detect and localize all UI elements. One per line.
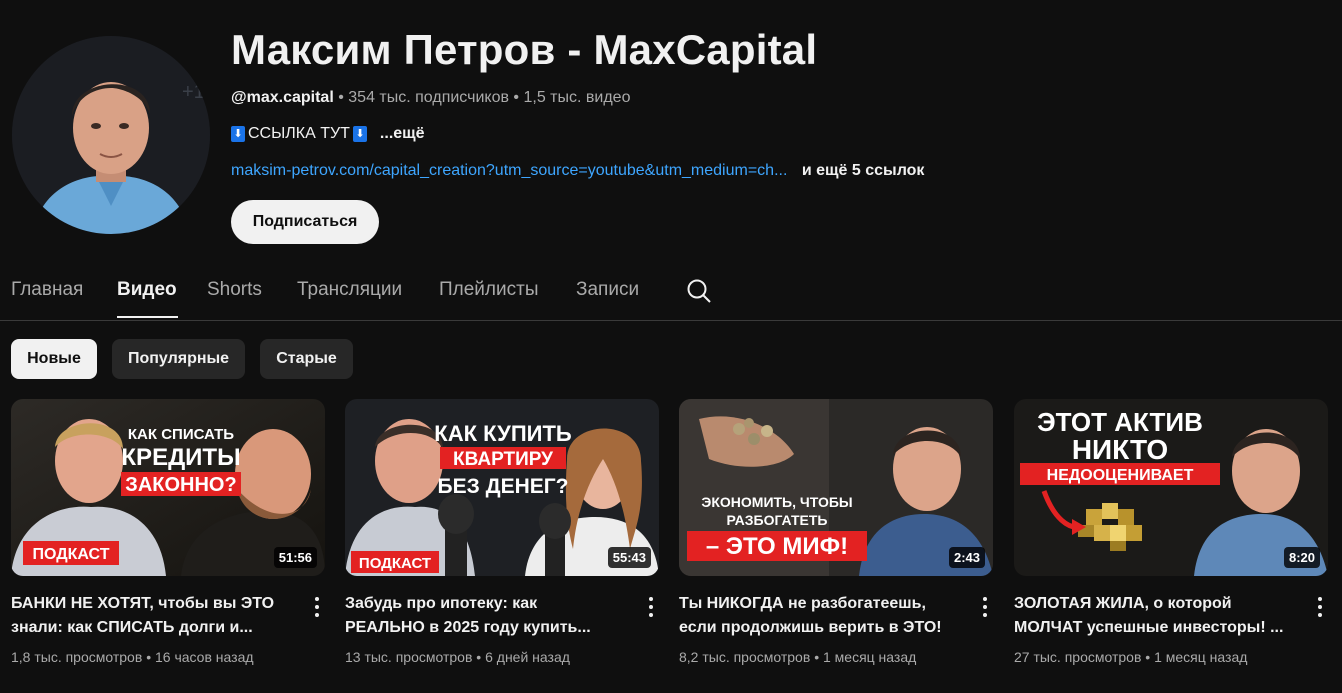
video-title-line: Забудь про ипотеку: как (345, 595, 538, 612)
channel-meta: @max.capital • 354 тыс. подписчиков • 1,… (231, 89, 630, 107)
more-actions-icon[interactable] (647, 595, 655, 619)
more-links[interactable]: и ещё 5 ссылок (802, 162, 925, 179)
tab-playlists[interactable]: Плейлисты (439, 279, 538, 301)
more-actions-icon[interactable] (981, 595, 989, 619)
thumb-text: ЗАКОННО? (125, 474, 236, 496)
thumb-text: НЕДООЦЕНИВАЕТ (1047, 467, 1194, 484)
video-title-line: если продолжишь верить в ЭТО! (679, 619, 942, 636)
video-meta: 13 тыс. просмотров • 6 дней назад (345, 649, 570, 665)
thumb-text: – ЭТО МИФ! (706, 533, 848, 560)
down-arrow-icon: ⬇ (231, 126, 245, 142)
meta-separator: • (338, 89, 344, 106)
active-tab-indicator (117, 316, 178, 318)
video-thumbnail[interactable]: ЭКОНОМИТЬ, ЧТОБЫ РАЗБОГАТЕТЬ – ЭТО МИФ! … (679, 399, 993, 576)
channel-title: Максим Петров - MaxCapital (231, 26, 818, 73)
video-title[interactable]: ЗОЛОТАЯ ЖИЛА, о которой МОЛЧАТ успешные … (1014, 592, 1299, 640)
video-age: 1 месяц назад (822, 649, 917, 665)
video-card[interactable]: ЭКОНОМИТЬ, ЧТОБЫ РАЗБОГАТЕТЬ – ЭТО МИФ! … (679, 399, 993, 665)
video-age: 16 часов назад (154, 649, 254, 665)
meta-separator: • (814, 649, 820, 665)
subscriber-count: 354 тыс. подписчиков (348, 89, 509, 106)
channel-header: +1 Максим Петров - MaxCapital @max.capit… (0, 0, 1342, 250)
thumb-text: КАК СПИСАТЬ (128, 426, 234, 443)
subscribe-button[interactable]: Подписаться (231, 200, 379, 244)
video-thumbnail[interactable]: КАК КУПИТЬ КВАРТИРУ БЕЗ ДЕНЕГ? ПОДКАСТ 5… (345, 399, 659, 576)
chip-oldest[interactable]: Старые (260, 339, 353, 379)
video-title[interactable]: БАНКИ НЕ ХОТЯТ, чтобы вы ЭТО знали: как … (11, 592, 296, 640)
video-title[interactable]: Забудь про ипотеку: как РЕАЛЬНО в 2025 г… (345, 592, 630, 640)
video-age: 6 дней назад (485, 649, 570, 665)
video-title-line: РЕАЛЬНО в 2025 году купить... (345, 619, 591, 636)
thumb-text: КРЕДИТЫ (121, 444, 240, 471)
tab-shorts[interactable]: Shorts (207, 279, 262, 301)
channel-link[interactable]: maksim-petrov.com/capital_creation?utm_s… (231, 162, 787, 179)
chip-newest[interactable]: Новые (11, 339, 97, 379)
video-thumbnail[interactable]: ЭТОТ АКТИВ НИКТО НЕДООЦЕНИВАЕТ 8:20 (1014, 399, 1328, 576)
thumb-badge: ПОДКАСТ (359, 555, 431, 572)
meta-separator: • (513, 89, 520, 106)
thumb-text: ЭКОНОМИТЬ, ЧТОБЫ (701, 494, 852, 510)
video-title-line: МОЛЧАТ успешные инвесторы! ... (1014, 619, 1284, 636)
video-title-line: ЗОЛОТАЯ ЖИЛА, о которой (1014, 595, 1232, 612)
video-title-line: знали: как СПИСАТЬ долги и... (11, 619, 253, 636)
video-duration: 2:43 (948, 547, 985, 568)
thumb-text: КВАРТИРУ (453, 449, 553, 470)
thumb-text: РАЗБОГАТЕТЬ (727, 512, 828, 528)
channel-avatar[interactable]: +1 (12, 36, 210, 234)
thumb-badge: ПОДКАСТ (33, 546, 110, 563)
video-card[interactable]: КАК КУПИТЬ КВАРТИРУ БЕЗ ДЕНЕГ? ПОДКАСТ 5… (345, 399, 659, 665)
video-duration: 51:56 (273, 547, 317, 568)
more-actions-icon[interactable] (313, 595, 321, 619)
tab-home[interactable]: Главная (11, 279, 83, 301)
video-card[interactable]: ЭТОТ АКТИВ НИКТО НЕДООЦЕНИВАЕТ 8:20 ЗОЛО… (1014, 399, 1328, 665)
video-views: 1,8 тыс. просмотров (11, 649, 143, 665)
video-card[interactable]: КАК СПИСАТЬ КРЕДИТЫ ЗАКОННО? ПОДКАСТ 51:… (11, 399, 325, 665)
video-views: 13 тыс. просмотров (345, 649, 473, 665)
thumb-text: ЭТОТ АКТИВ (1037, 407, 1203, 437)
more-actions-icon[interactable] (1316, 595, 1324, 619)
tab-posts[interactable]: Записи (576, 279, 639, 301)
description-text: ССЫЛКА ТУТ (248, 125, 350, 142)
video-meta: 8,2 тыс. просмотров • 1 месяц назад (679, 649, 916, 665)
meta-separator: • (476, 649, 482, 665)
tab-live[interactable]: Трансляции (297, 279, 402, 301)
svg-text:+1: +1 (182, 81, 205, 103)
thumb-text: НИКТО (1072, 434, 1168, 465)
channel-tabs: Главная Видео Shorts Трансляции Плейлист… (0, 268, 1342, 321)
video-age: 1 месяц назад (1154, 649, 1248, 665)
search-icon[interactable] (686, 278, 712, 304)
video-views: 27 тыс. просмотров (1014, 649, 1142, 665)
video-count: 1,5 тыс. видео (523, 89, 631, 106)
video-title[interactable]: Ты НИКОГДА не разбогатеешь, если продолж… (679, 592, 964, 640)
thumb-text: БЕЗ ДЕНЕГ? (438, 475, 569, 498)
description-more-link[interactable]: ...ещё (380, 125, 425, 143)
video-meta: 1,8 тыс. просмотров • 16 часов назад (11, 649, 254, 665)
meta-separator: • (146, 649, 152, 665)
video-title-line: БАНКИ НЕ ХОТЯТ, чтобы вы ЭТО (11, 595, 275, 612)
meta-separator: • (1145, 649, 1151, 665)
chip-popular[interactable]: Популярные (112, 339, 245, 379)
thumb-text: КАК КУПИТЬ (434, 421, 572, 446)
tab-videos[interactable]: Видео (117, 279, 177, 301)
video-duration: 55:43 (607, 547, 651, 568)
channel-handle: @max.capital (231, 89, 334, 106)
video-duration: 8:20 (1283, 547, 1320, 568)
down-arrow-icon: ⬇ (352, 126, 367, 142)
channel-description[interactable]: ⬇ ССЫЛКА ТУТ ⬇ ...ещё (231, 125, 425, 143)
video-thumbnail[interactable]: КАК СПИСАТЬ КРЕДИТЫ ЗАКОННО? ПОДКАСТ 51:… (11, 399, 325, 576)
video-views: 8,2 тыс. просмотров (679, 649, 811, 665)
channel-links: maksim-petrov.com/capital_creation?utm_s… (231, 162, 924, 180)
video-title-line: Ты НИКОГДА не разбогатеешь, (679, 595, 926, 612)
video-meta: 27 тыс. просмотров • 1 месяц назад (1014, 649, 1247, 665)
